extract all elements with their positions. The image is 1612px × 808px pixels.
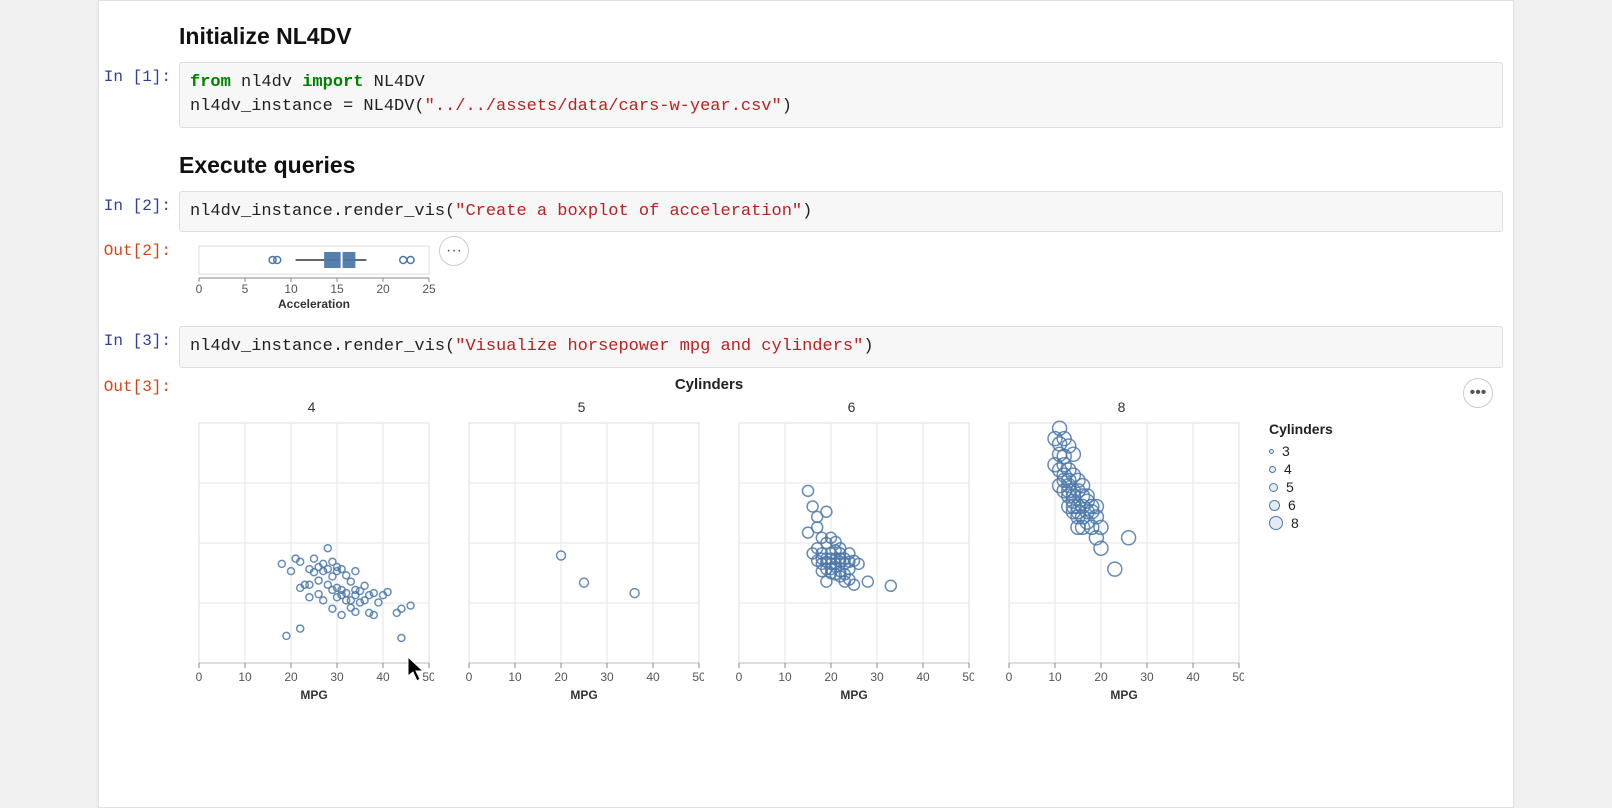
legend-item: 6 bbox=[1269, 497, 1333, 513]
svg-text:20: 20 bbox=[824, 670, 838, 684]
legend-item: 5 bbox=[1269, 479, 1333, 495]
legend-item: 8 bbox=[1269, 515, 1333, 531]
svg-text:0: 0 bbox=[1006, 670, 1013, 684]
legend-label: 8 bbox=[1291, 515, 1299, 531]
c3pre: nl4dv_instance.render_vis( bbox=[190, 337, 455, 356]
svg-text:5: 5 bbox=[242, 282, 249, 296]
svg-text:30: 30 bbox=[870, 670, 884, 684]
svg-text:10: 10 bbox=[284, 282, 298, 296]
svg-text:30: 30 bbox=[1140, 670, 1154, 684]
svg-text:20: 20 bbox=[376, 282, 390, 296]
code-cell-2[interactable]: In [2]: nl4dv_instance.render_vis("Creat… bbox=[99, 189, 1513, 235]
prompt-out-3: Out[3]: bbox=[99, 372, 179, 396]
scatter-facet-6: 6 0 10 20 30 40 50 MPG bbox=[729, 393, 974, 710]
prompt-out-2: Out[2]: bbox=[99, 236, 179, 260]
svg-text:40: 40 bbox=[916, 670, 930, 684]
svg-text:20: 20 bbox=[284, 670, 298, 684]
svg-text:10: 10 bbox=[778, 670, 792, 684]
code-cell-3[interactable]: In [3]: nl4dv_instance.render_vis("Visua… bbox=[99, 324, 1513, 370]
scatter-legend: Cylinders 3 4 5 6 8 bbox=[1269, 421, 1333, 533]
svg-text:20: 20 bbox=[1094, 670, 1108, 684]
svg-text:MPG: MPG bbox=[1110, 688, 1137, 702]
c2post: ) bbox=[802, 202, 812, 221]
line2a: nl4dv_instance = NL4DV( bbox=[190, 97, 425, 116]
legend-label: 3 bbox=[1282, 443, 1290, 459]
svg-text:0: 0 bbox=[196, 670, 203, 684]
legend-label: 6 bbox=[1288, 497, 1296, 513]
svg-text:MPG: MPG bbox=[840, 688, 867, 702]
scatter-plot: 0 10 20 30 40 50 MPG bbox=[459, 417, 704, 705]
str2: "../../assets/data/cars-w-year.csv" bbox=[425, 97, 782, 116]
svg-text:0: 0 bbox=[736, 670, 743, 684]
c3str: "Visualize horsepower mpg and cylinders" bbox=[455, 337, 863, 356]
svg-text:10: 10 bbox=[1048, 670, 1062, 684]
legend-label: 4 bbox=[1284, 461, 1292, 477]
output-cell-2: Out[2]: 0 5 10 15 20 25 Acceleration ··· bbox=[99, 234, 1513, 312]
c3post: ) bbox=[863, 337, 873, 356]
legend-marker-icon bbox=[1269, 483, 1278, 492]
svg-text:30: 30 bbox=[330, 670, 344, 684]
svg-text:15: 15 bbox=[330, 282, 344, 296]
line2b: ) bbox=[782, 97, 792, 116]
svg-text:40: 40 bbox=[376, 670, 390, 684]
scatter-facet-8: 8 0 10 20 30 40 50 MPG bbox=[999, 393, 1244, 710]
facet-super-title: Cylinders bbox=[189, 376, 1229, 393]
svg-text:50: 50 bbox=[422, 670, 434, 684]
heading-execute: Execute queries bbox=[179, 152, 1501, 179]
svg-text:40: 40 bbox=[1186, 670, 1200, 684]
legend-label: 5 bbox=[1286, 479, 1294, 495]
legend-title: Cylinders bbox=[1269, 421, 1333, 437]
facet-header: 5 bbox=[459, 393, 704, 417]
notebook-container: Initialize NL4DV In [1]: from nl4dv impo… bbox=[98, 0, 1514, 808]
output-area-2: 0 5 10 15 20 25 Acceleration ··· bbox=[179, 236, 1513, 310]
prompt-in-1: In [1]: bbox=[99, 62, 179, 86]
svg-text:40: 40 bbox=[646, 670, 660, 684]
boxplot-chart: 0 5 10 15 20 25 Acceleration bbox=[189, 240, 439, 310]
svg-text:30: 30 bbox=[600, 670, 614, 684]
c2str: "Create a boxplot of acceleration" bbox=[455, 202, 802, 221]
svg-text:20: 20 bbox=[554, 670, 568, 684]
cls-name: NL4DV bbox=[363, 73, 424, 92]
legend-marker-icon bbox=[1269, 500, 1280, 511]
legend-item: 3 bbox=[1269, 443, 1333, 459]
scatter-plot: 0 10 20 30 40 50 MPG bbox=[999, 417, 1244, 705]
prompt-in-3: In [3]: bbox=[99, 326, 179, 350]
scatter-facet-5: 501020304050MPG bbox=[459, 393, 704, 710]
svg-text:MPG: MPG bbox=[570, 688, 597, 702]
svg-text:10: 10 bbox=[508, 670, 522, 684]
prompt-in-2: In [2]: bbox=[99, 191, 179, 215]
svg-text:50: 50 bbox=[692, 670, 704, 684]
heading-initialize: Initialize NL4DV bbox=[179, 23, 1501, 50]
scatter-plot: 0 10 20 30 40 50 MPG bbox=[729, 417, 974, 705]
facet-header: 8 bbox=[999, 393, 1244, 417]
scatter-plot: 0 10 20 30 40 50 MPG bbox=[189, 417, 434, 705]
legend-marker-icon bbox=[1269, 449, 1274, 454]
more-options-button[interactable]: ··· bbox=[439, 236, 469, 266]
svg-text:50: 50 bbox=[1232, 670, 1244, 684]
legend-item: 4 bbox=[1269, 461, 1333, 477]
svg-text:MPG: MPG bbox=[300, 688, 327, 702]
output-cell-3: Out[3]: ••• Cylinders 401020304050MPG501… bbox=[99, 370, 1513, 712]
svg-text:50: 50 bbox=[962, 670, 974, 684]
scatter-facet-4: 401020304050MPG bbox=[189, 393, 434, 710]
mod-name: nl4dv bbox=[231, 73, 302, 92]
svg-text:10: 10 bbox=[238, 670, 252, 684]
legend-marker-icon bbox=[1269, 516, 1283, 530]
facet-header: 4 bbox=[189, 393, 434, 417]
code-content-2[interactable]: nl4dv_instance.render_vis("Create a boxp… bbox=[179, 191, 1503, 233]
svg-text:0: 0 bbox=[466, 670, 473, 684]
code-content-3[interactable]: nl4dv_instance.render_vis("Visualize hor… bbox=[179, 326, 1503, 368]
output-area-3: ••• Cylinders 401020304050MPG50102030405… bbox=[179, 372, 1513, 710]
kw-import: import bbox=[302, 73, 363, 92]
svg-text:0: 0 bbox=[196, 282, 203, 296]
svg-text:25: 25 bbox=[422, 282, 436, 296]
facet-header: 6 bbox=[729, 393, 974, 417]
code-cell-1[interactable]: In [1]: from nl4dv import NL4DV nl4dv_in… bbox=[99, 60, 1513, 130]
legend-marker-icon bbox=[1269, 466, 1276, 473]
kw-from: from bbox=[190, 73, 231, 92]
code-content-1[interactable]: from nl4dv import NL4DV nl4dv_instance =… bbox=[179, 62, 1503, 128]
svg-text:Acceleration: Acceleration bbox=[278, 297, 350, 310]
c2pre: nl4dv_instance.render_vis( bbox=[190, 202, 455, 221]
